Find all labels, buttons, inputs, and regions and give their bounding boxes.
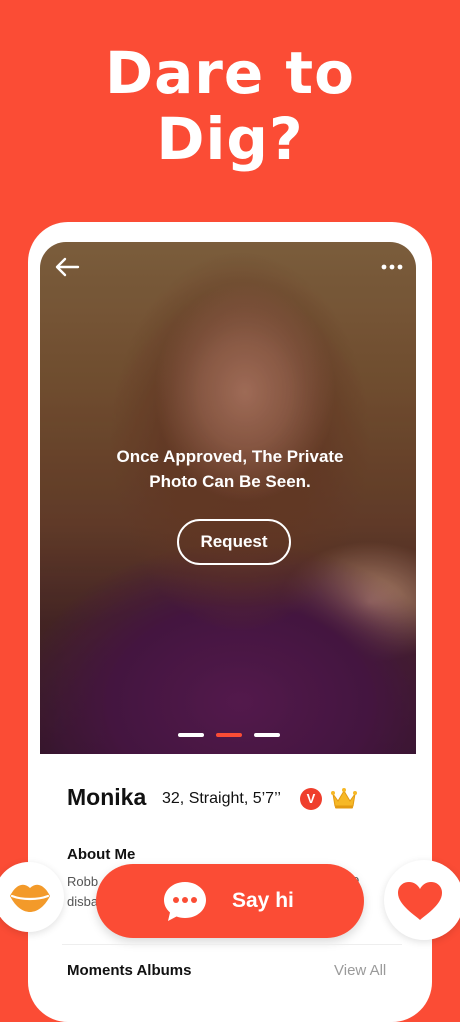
moments-albums-title: Moments Albums xyxy=(67,962,192,979)
headline: Dare to Dig? xyxy=(0,40,460,172)
profile-name: Monika xyxy=(67,784,147,810)
photo-page-indicator xyxy=(178,733,282,737)
say-hi-label: Say hi xyxy=(232,889,294,912)
back-arrow-icon[interactable] xyxy=(54,256,80,278)
crown-icon xyxy=(331,788,357,809)
view-all-link[interactable]: View All xyxy=(334,962,386,979)
lips-icon xyxy=(10,884,50,912)
like-button[interactable] xyxy=(384,860,460,940)
heart-icon xyxy=(398,882,442,920)
page-dot[interactable] xyxy=(178,733,204,737)
headline-line-2: Dig? xyxy=(156,105,304,173)
photo-blur-overlay xyxy=(40,242,416,754)
section-divider xyxy=(62,944,402,945)
say-hi-button[interactable]: Say hi xyxy=(96,864,364,938)
profile-info: 32, Straight, 5’7’’ xyxy=(162,790,281,807)
profile-photo[interactable] xyxy=(40,242,416,754)
private-message-line-1: Once Approved, The Private xyxy=(116,447,344,466)
page-dot[interactable] xyxy=(254,733,280,737)
verified-badge: V xyxy=(300,788,322,810)
private-photo-message: Once Approved, The Private Photo Can Be … xyxy=(90,444,370,494)
chat-bubble-icon xyxy=(164,882,206,921)
more-dots-icon[interactable] xyxy=(380,258,404,276)
request-button[interactable]: Request xyxy=(177,519,291,565)
page-dot-active[interactable] xyxy=(216,733,242,737)
headline-line-1: Dare to xyxy=(105,39,355,107)
about-me-title: About Me xyxy=(67,846,136,863)
private-message-line-2: Photo Can Be Seen. xyxy=(149,472,311,491)
